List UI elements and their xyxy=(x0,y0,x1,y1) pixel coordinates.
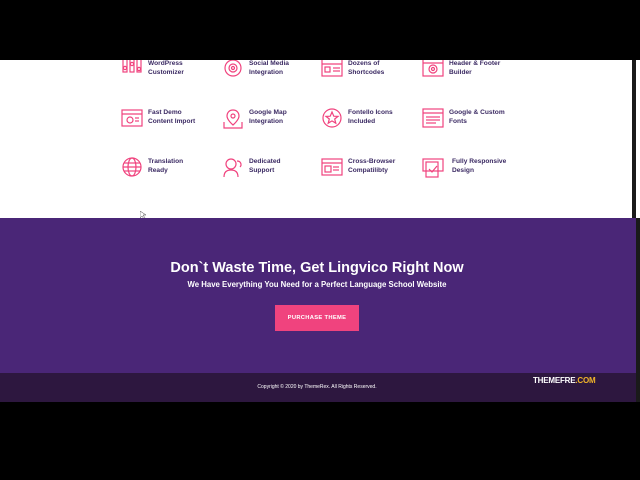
fontello-icons-icon xyxy=(321,108,343,130)
header-footer-builder-icon xyxy=(422,60,444,82)
scrollbar-track[interactable] xyxy=(636,373,640,402)
support-icon xyxy=(222,157,244,179)
cta-subtitle: We Have Everything You Need for a Perfec… xyxy=(187,280,447,289)
feature-google-map: Google Map Integration xyxy=(222,108,322,138)
footer: Copyright © 2020 by ThemeRex. All Rights… xyxy=(0,373,640,402)
feature-label: Google & Custom Fonts xyxy=(449,109,505,125)
feature-demo-import: Fast Demo Content Import xyxy=(121,108,221,138)
brand-part1: THEMEFRE xyxy=(533,376,576,385)
scrollbar-track[interactable] xyxy=(636,218,640,373)
wordpress-customizer-icon xyxy=(121,60,143,82)
feature-responsive-design: Fully Responsive Design xyxy=(422,157,522,187)
social-media-icon xyxy=(222,60,244,82)
feature-cross-browser: Cross-Browser Compatilibty xyxy=(321,157,421,187)
page-viewport: WordPress Customizer Social Media Integr… xyxy=(0,60,640,402)
call-to-action-section: Don`t Waste Time, Get Lingvico Right Now… xyxy=(0,218,640,373)
feature-label: Header & Footer Builder xyxy=(449,60,501,76)
feature-support: Dedicated Support xyxy=(222,157,322,187)
cta-title: Don`t Waste Time, Get Lingvico Right Now xyxy=(170,260,464,276)
feature-label: Fully Responsive Design xyxy=(452,158,507,174)
feature-social-media: Social Media Integration xyxy=(222,60,322,90)
google-map-icon xyxy=(222,108,244,130)
themefre-watermark: THEMEFRE.COM xyxy=(533,376,596,385)
feature-fontello-icons: Fontello Icons Included xyxy=(321,108,421,138)
feature-header-footer-builder: Header & Footer Builder xyxy=(422,60,522,90)
feature-wordpress-customizer: WordPress Customizer xyxy=(121,60,221,90)
shortcodes-icon xyxy=(321,60,343,82)
cross-browser-icon xyxy=(321,157,343,179)
purchase-theme-button[interactable]: PURCHASE THEME xyxy=(275,305,359,331)
brand-part2: .COM xyxy=(575,376,596,385)
responsive-design-icon xyxy=(422,157,444,179)
mouse-cursor-icon xyxy=(139,206,147,220)
demo-import-icon xyxy=(121,108,143,130)
feature-translation: Translation Ready xyxy=(121,157,221,187)
scrollbar-track[interactable] xyxy=(632,60,636,218)
features-section: WordPress Customizer Social Media Integr… xyxy=(0,60,636,220)
feature-google-fonts: Google & Custom Fonts xyxy=(422,108,522,138)
globe-icon xyxy=(121,157,143,179)
feature-shortcodes: Dozens of Shortcodes xyxy=(321,60,421,90)
google-fonts-icon xyxy=(422,108,444,130)
